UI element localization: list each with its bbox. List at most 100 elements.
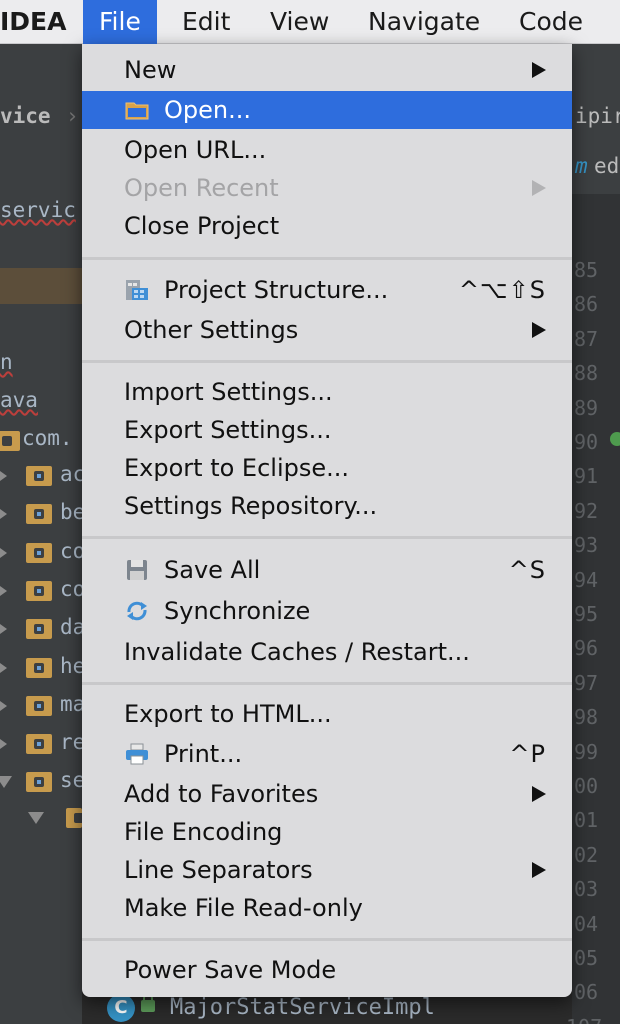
menu-item-shortcut: ^⌥⇧S xyxy=(458,276,546,304)
line-number: 88 xyxy=(574,361,599,386)
line-number: 95 xyxy=(574,602,599,626)
menu-item-label: Project Structure... xyxy=(164,276,389,304)
breadcrumb-left-fragment[interactable]: vice xyxy=(0,104,51,128)
line-number: 03 xyxy=(574,877,599,902)
menu-item-open-recent: Open Recent xyxy=(82,169,572,207)
menu-item-line-separators[interactable]: Line Separators xyxy=(82,851,572,889)
line-number: 94 xyxy=(574,567,599,592)
menu-item-export-settings[interactable]: Export Settings... xyxy=(82,411,572,449)
bottom-class-name[interactable]: MajorStatServiceImpl xyxy=(170,995,435,1020)
tree-expand-icon[interactable] xyxy=(0,739,7,750)
menu-item-save-all[interactable]: Save All ^S xyxy=(82,551,572,589)
file-menu: New Open... Open URL... Open Recent Clos… xyxy=(82,44,572,997)
menu-item-label: Line Separators xyxy=(124,856,313,884)
tree-expand-icon[interactable] xyxy=(0,624,7,635)
menu-item-label: Invalidate Caches / Restart... xyxy=(124,638,470,666)
menu-item-other-settings[interactable]: Other Settings xyxy=(82,311,572,349)
menu-item-print[interactable]: Print... ^P xyxy=(82,735,572,773)
menu-item-label: New xyxy=(124,56,177,84)
menu-item-export-html[interactable]: Export to HTML... xyxy=(82,695,572,733)
folder-icon xyxy=(125,102,149,120)
tree-expand-icon[interactable] xyxy=(0,547,7,558)
line-number: 87 xyxy=(574,326,599,351)
tree-expand-icon[interactable] xyxy=(0,585,7,596)
menu-separator xyxy=(82,682,572,685)
menubar-navigate[interactable]: Navigate xyxy=(356,0,492,44)
menu-item-export-eclipse[interactable]: Export to Eclipse... xyxy=(82,449,572,487)
synchronize-icon xyxy=(127,601,147,621)
line-number: 86 xyxy=(574,292,599,317)
submenu-arrow-icon xyxy=(532,862,546,878)
project-tree-panel xyxy=(0,194,82,1024)
line-number: 02 xyxy=(574,842,599,867)
line-number: 97 xyxy=(574,670,599,695)
package-icon xyxy=(26,657,52,678)
package-icon xyxy=(26,466,52,486)
menubar-view[interactable]: View xyxy=(256,0,343,44)
menu-item-shortcut: ^S xyxy=(508,556,546,584)
line-number: 98 xyxy=(574,705,599,730)
tree-expand-icon[interactable] xyxy=(0,471,7,481)
menu-item-label: Power Save Mode xyxy=(124,956,337,984)
menubar-app-name[interactable]: IDEA xyxy=(0,0,72,44)
menu-item-open[interactable]: Open... xyxy=(82,91,572,129)
menu-item-import-settings[interactable]: Import Settings... xyxy=(82,373,572,411)
line-number: 90 xyxy=(574,430,599,454)
menubar-code[interactable]: Code xyxy=(505,0,597,44)
menubar-file[interactable]: File xyxy=(83,0,157,44)
package-icon xyxy=(26,542,52,563)
menu-item-label: Print... xyxy=(164,740,243,768)
menu-item-open-url[interactable]: Open URL... xyxy=(82,131,572,169)
menu-item-label: Open... xyxy=(164,96,251,124)
menu-item-new[interactable]: New xyxy=(82,51,572,89)
class-icon: C xyxy=(107,994,135,1022)
lock-icon xyxy=(141,993,155,1012)
project-structure-icon xyxy=(126,280,148,300)
menu-item-settings-repository[interactable]: Settings Repository... xyxy=(82,487,572,525)
tree-expand-icon[interactable] xyxy=(0,662,7,673)
line-number: 92 xyxy=(574,498,599,523)
breadcrumb-right-fragment[interactable]: ipir xyxy=(575,104,620,128)
printer-icon xyxy=(126,743,148,765)
menu-separator xyxy=(82,360,572,363)
menu-item-invalidate-caches[interactable]: Invalidate Caches / Restart... xyxy=(82,633,572,671)
line-number: 85 xyxy=(574,258,599,282)
menu-item-project-structure[interactable]: Project Structure... ^⌥⇧S xyxy=(82,271,572,309)
menu-item-power-save[interactable]: Power Save Mode xyxy=(82,951,572,989)
menu-item-shortcut: ^P xyxy=(509,740,546,768)
implementation-marker-icon[interactable] xyxy=(610,432,620,446)
breadcrumb-chevron-icon: › xyxy=(66,104,79,128)
menu-item-label: Export Settings... xyxy=(124,416,332,444)
menu-separator xyxy=(82,257,572,260)
tree-expand-icon[interactable] xyxy=(0,700,7,711)
menu-item-close-project[interactable]: Close Project xyxy=(82,207,572,245)
tree-line-label[interactable]: com. xyxy=(22,426,73,450)
menu-item-make-read-only[interactable]: Make File Read-only xyxy=(82,889,572,927)
menu-item-label: Make File Read-only xyxy=(124,894,363,922)
menu-item-label: Settings Repository... xyxy=(124,492,378,520)
menubar-edit[interactable]: Edit xyxy=(168,0,244,44)
line-number: 04 xyxy=(574,911,599,936)
package-icon xyxy=(26,580,52,601)
line-number: 89 xyxy=(574,395,599,420)
line-number: 91 xyxy=(574,464,599,489)
tree-line-label[interactable]: ava xyxy=(0,388,38,412)
package-icon xyxy=(26,695,52,716)
tree-expand-down-icon[interactable] xyxy=(28,812,44,824)
menu-item-label: Synchronize xyxy=(164,597,311,625)
tree-expand-icon[interactable] xyxy=(0,776,12,789)
menu-item-label: Close Project xyxy=(124,212,280,240)
tree-expand-icon[interactable] xyxy=(0,509,7,520)
menu-item-label: Open Recent xyxy=(124,174,279,202)
menu-bar: IDEA File Edit View Navigate Code xyxy=(0,0,620,44)
menu-item-label: Export to HTML... xyxy=(124,700,332,728)
project-tree-selected-row[interactable] xyxy=(0,268,82,304)
tree-line-label[interactable]: n xyxy=(0,350,13,374)
menu-item-add-favorites[interactable]: Add to Favorites xyxy=(82,775,572,813)
tab-right-label[interactable]: ed xyxy=(594,154,619,178)
menu-item-label: Import Settings... xyxy=(124,378,333,406)
menu-item-label: File Encoding xyxy=(124,818,283,846)
menu-item-file-encoding[interactable]: File Encoding xyxy=(82,813,572,851)
tree-root-label[interactable]: servic xyxy=(0,198,76,222)
menu-item-synchronize[interactable]: Synchronize xyxy=(82,592,572,630)
